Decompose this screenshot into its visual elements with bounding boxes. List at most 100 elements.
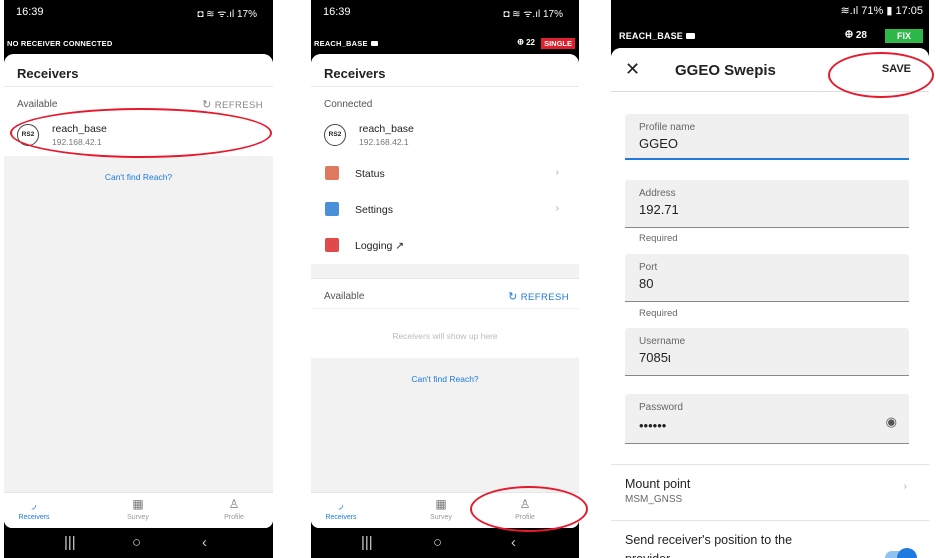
status-bar: 16:39 ◘ ≋ ᯤ.ıl 17% NO RECEIVER CONNECTED: [4, 0, 273, 48]
status-bar: 16:39 ◘ ≋ ᯤ.ıl 17% REACH_BASE 𐃏 22 SINGL…: [311, 0, 579, 49]
satellite-count: 𐃏 28: [844, 30, 867, 41]
connection-status: REACH_BASE: [314, 39, 378, 48]
status-icons: ◘ ≋ ᯤ.ıl 17%: [197, 9, 257, 20]
profile-icon: ♙: [519, 497, 531, 511]
phone-screen-1: 16:39 ◘ ≋ ᯤ.ıl 17% NO RECEIVER CONNECTED…: [4, 0, 273, 558]
tab-survey[interactable]: ▦ Survey: [108, 497, 168, 521]
survey-icon: ▦: [132, 497, 144, 511]
receiver-item[interactable]: RS2 reach_base 192.168.42.1: [4, 116, 273, 156]
settings-icon: [325, 202, 339, 216]
available-section: Available ↻ REFRESH: [311, 278, 579, 308]
port-field[interactable]: Port 80: [625, 254, 909, 302]
divider: [311, 264, 579, 278]
phone-screen-2: 16:39 ◘ ≋ ᯤ.ıl 17% REACH_BASE 𐃏 22 SINGL…: [311, 0, 579, 558]
send-position-row: Send receiver's position to the provider: [611, 520, 929, 558]
refresh-icon: ↻: [508, 291, 518, 303]
empty-placeholder: Receivers will show up here: [311, 308, 579, 358]
send-position-label: Send receiver's position to the provider: [625, 533, 793, 558]
recents-icon[interactable]: |||: [361, 534, 373, 551]
chevron-right-icon: ›: [555, 203, 559, 214]
fix-status-badge: SINGLE: [541, 38, 575, 49]
save-button[interactable]: SAVE: [882, 63, 911, 75]
send-position-toggle[interactable]: [885, 548, 917, 558]
eye-icon[interactable]: ◉: [886, 414, 897, 430]
menu-item-logging[interactable]: Logging ↗: [311, 228, 579, 264]
menu-item-status[interactable]: Status ›: [311, 156, 579, 192]
tab-label: Survey: [127, 514, 149, 521]
status-time: 16:39: [323, 6, 351, 18]
tab-receivers[interactable]: ◞ Receivers: [4, 497, 64, 521]
field-value: 192.71: [639, 202, 679, 217]
field-value: GGEO: [639, 136, 679, 151]
android-nav-bar: ||| ○ ‹: [4, 528, 273, 558]
refresh-button[interactable]: ↻ REFRESH: [202, 98, 263, 111]
tab-profile[interactable]: ♙ Profile: [204, 497, 264, 521]
connected-label: Connected: [324, 99, 373, 110]
refresh-label: REFRESH: [214, 100, 263, 111]
cant-find-link[interactable]: Can't find Reach?: [4, 172, 273, 182]
tab-bar: ◞ Receivers ▦ Survey ♙ Profile: [4, 492, 273, 528]
address-helper: Required: [639, 233, 678, 244]
receiver-item[interactable]: RS2 reach_base 192.168.42.1: [311, 116, 579, 156]
status-icon: [325, 166, 339, 180]
menu-item-settings[interactable]: Settings ›: [311, 192, 579, 228]
refresh-icon: ↻: [202, 99, 212, 111]
tab-label: Receivers: [18, 514, 50, 521]
profile-icon: ♙: [228, 497, 240, 511]
chevron-right-icon: ›: [903, 481, 907, 492]
recents-icon[interactable]: |||: [64, 534, 76, 551]
address-field[interactable]: Address 192.71: [625, 180, 909, 228]
receivers-icon: ◞: [338, 497, 344, 511]
tab-bar: ◞ Receivers ▦ Survey ♙ Profile: [311, 492, 579, 528]
username-field[interactable]: Username 7085ι: [625, 328, 909, 376]
satellite-value: 22: [526, 38, 535, 47]
survey-icon: ▦: [435, 497, 447, 511]
refresh-label: REFRESH: [520, 292, 569, 303]
receivers-icon: ◞: [31, 497, 37, 511]
back-icon[interactable]: ‹: [202, 534, 207, 551]
status-time: 16:39: [16, 6, 44, 18]
connection-status: NO RECEIVER CONNECTED: [7, 39, 113, 48]
tab-receivers[interactable]: ◞ Receivers: [311, 497, 371, 521]
menu-label: Logging ↗: [355, 240, 405, 252]
mount-point-value: MSM_GNSS: [625, 494, 683, 505]
refresh-button[interactable]: ↻ REFRESH: [508, 290, 569, 303]
field-label: Port: [639, 262, 658, 273]
receivers-screen: Receivers Connected RS2 reach_base 192.1…: [311, 54, 579, 528]
tab-profile[interactable]: ♙ Profile: [495, 497, 555, 521]
satellite-count: 𐃏 22: [517, 38, 535, 47]
close-icon[interactable]: ✕: [625, 59, 640, 80]
connected-section: Connected: [311, 86, 579, 116]
phone-screen-3: ≋.ıl 71% ▮ 17:05 REACH_BASE 𐃏 28 FIX ✕ G…: [611, 0, 929, 558]
field-value: ••••••: [639, 418, 667, 433]
status-icons: ◘ ≋ ᯤ.ıl 17%: [503, 9, 563, 20]
password-field[interactable]: Password •••••• ◉: [625, 394, 909, 444]
mount-point-row[interactable]: Mount point MSM_GNSS ›: [611, 464, 929, 510]
available-label: Available: [324, 291, 365, 302]
port-helper: Required: [639, 308, 678, 319]
field-value: 80: [639, 276, 654, 291]
home-icon[interactable]: ○: [132, 534, 141, 551]
back-icon[interactable]: ‹: [511, 534, 516, 551]
page-title: Receivers: [311, 54, 579, 86]
fix-status-badge: FIX: [884, 29, 923, 43]
available-label: Available: [17, 99, 58, 110]
status-bar: ≋.ıl 71% ▮ 17:05 REACH_BASE 𐃏 28 FIX: [611, 0, 929, 48]
tab-survey[interactable]: ▦ Survey: [411, 497, 471, 521]
connection-label: REACH_BASE: [619, 31, 684, 41]
available-section: Available ↻ REFRESH: [4, 86, 273, 116]
tab-label: Profile: [515, 514, 535, 521]
form-header: ✕ GGEO Swepis SAVE: [611, 48, 929, 92]
menu-label: Settings: [355, 204, 393, 216]
tab-label: Survey: [430, 514, 452, 521]
tab-label: Profile: [224, 514, 244, 521]
profile-name-field[interactable]: Profile name GGEO: [625, 114, 909, 160]
receiver-ip: 192.168.42.1: [359, 137, 409, 147]
battery-icon: [370, 41, 378, 46]
connection-label: REACH_BASE: [314, 39, 368, 48]
receiver-badge-icon: RS2: [17, 124, 39, 146]
mount-point-label: Mount point: [625, 477, 691, 491]
home-icon[interactable]: ○: [433, 534, 442, 551]
field-label: Password: [639, 402, 683, 413]
cant-find-link[interactable]: Can't find Reach?: [311, 374, 579, 384]
